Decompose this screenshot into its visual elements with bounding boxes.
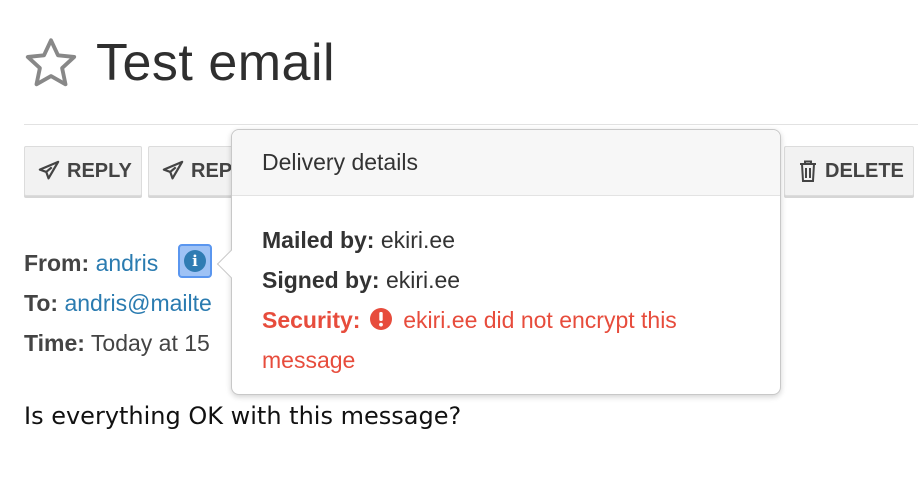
delivery-info-button[interactable]: i (178, 244, 212, 278)
info-icon: i (184, 250, 206, 272)
reply-button[interactable]: REPLY (24, 146, 142, 196)
reply-all-label: REP (191, 159, 233, 182)
to-label: To: (24, 290, 59, 316)
paper-plane-icon (162, 160, 184, 180)
to-row: To: andris@mailte (24, 290, 212, 317)
mailed-by-label: Mailed by: (262, 227, 375, 253)
to-recipient-link[interactable]: andris@mailte (64, 290, 211, 316)
trash-icon (800, 160, 816, 182)
from-row: From: andris (24, 250, 158, 277)
reply-label: REPLY (67, 159, 132, 182)
security-label: Security: (262, 307, 361, 333)
popover-title: Delivery details (232, 130, 780, 196)
email-body: Is everything OK with this message? (24, 402, 462, 430)
email-header: Test email (22, 28, 335, 98)
email-title: Test email (96, 34, 336, 92)
delete-button[interactable]: DELETE (784, 146, 914, 196)
exclamation-circle-icon (369, 308, 392, 330)
from-label: From: (24, 250, 90, 276)
paper-plane-icon (38, 160, 60, 180)
mailed-by-row: Mailed by: ekiri.ee (262, 220, 750, 260)
time-value: Today at 15 (90, 330, 210, 356)
signed-by-label: Signed by: (262, 267, 380, 293)
time-row: Time: Today at 15 (24, 330, 210, 357)
time-label: Time: (24, 330, 85, 356)
signed-by-row: Signed by: ekiri.ee (262, 260, 750, 300)
header-divider (24, 124, 918, 125)
star-icon[interactable] (22, 34, 80, 92)
popover-body: Mailed by: ekiri.ee Signed by: ekiri.ee … (232, 196, 780, 380)
signed-by-value: ekiri.ee (385, 267, 461, 293)
security-row: Security: ekiri.ee did not encrypt this … (262, 300, 750, 380)
from-sender-link[interactable]: andris (96, 250, 159, 276)
delivery-details-popover: Delivery details Mailed by: ekiri.ee Sig… (216, 129, 781, 395)
mailed-by-value: ekiri.ee (380, 227, 456, 253)
delete-label: DELETE (825, 159, 904, 182)
